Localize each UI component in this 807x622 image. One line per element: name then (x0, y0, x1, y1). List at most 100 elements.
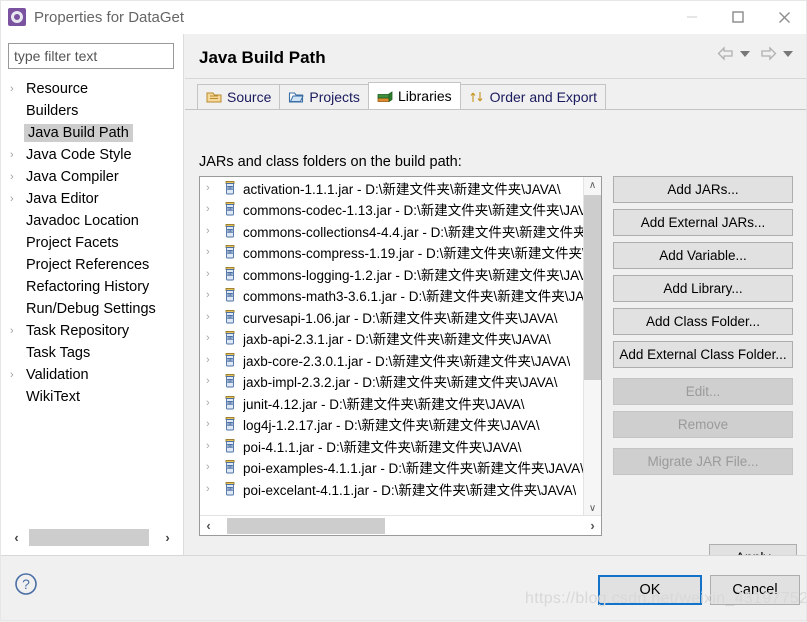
svg-text:010: 010 (227, 358, 233, 362)
minimize-button[interactable] (669, 0, 715, 34)
hscroll-track[interactable] (217, 517, 584, 535)
chevron-right-icon[interactable]: › (206, 440, 222, 452)
jar-list-item[interactable]: › 010 commons-collections4-4.4.jar - D:\新建… (200, 220, 585, 242)
vertical-scroll-thumb[interactable] (584, 195, 601, 380)
sidebar-item-builders[interactable]: Builders (0, 100, 183, 122)
list-vertical-scrollbar[interactable]: ∧ ∨ (583, 177, 601, 517)
settings-tree[interactable]: › Resource Builders Java Build Path › Java Co… (0, 78, 183, 523)
scroll-right-button[interactable]: › (159, 528, 176, 547)
dialog-body: ›ResourceBuildersJava Build Path›Java Co… (0, 34, 807, 570)
scroll-track[interactable] (25, 529, 159, 546)
chevron-right-icon[interactable]: › (206, 311, 222, 323)
sidebar-item-label: Task Repository (26, 323, 130, 339)
scroll-left-button[interactable]: ‹ (8, 528, 25, 547)
chevron-right-icon[interactable]: › (10, 171, 26, 183)
build-path-list-items[interactable]: › 010 activation-1.1.1.jar - D:\新建文件夹\新建文件… (200, 177, 585, 517)
sidebar-item-resource[interactable]: › Resource (0, 78, 183, 100)
source-folder-icon (206, 92, 222, 103)
add-class-folder-button[interactable]: Add Class Folder... (613, 308, 793, 335)
close-button[interactable] (761, 0, 807, 34)
jar-list-item[interactable]: › 010 commons-math3-3.6.1.jar - D:\新建文件夹\新… (200, 285, 585, 307)
svg-text:010: 010 (227, 272, 233, 276)
jar-list-item[interactable]: › 010 log4j-1.2.17.jar - D:\新建文件夹\新建文件夹\JA… (200, 414, 585, 436)
sidebar-item-task-repository[interactable]: › Task Repository (0, 320, 183, 342)
sidebar-item-java-compiler[interactable]: › Java Compiler (0, 166, 183, 188)
chevron-right-icon[interactable]: › (206, 225, 222, 237)
chevron-right-icon[interactable]: › (10, 193, 26, 205)
tab-label: Libraries (397, 88, 452, 104)
chevron-right-icon[interactable]: › (10, 325, 26, 337)
chevron-right-icon[interactable]: › (10, 369, 26, 381)
chevron-right-icon[interactable]: › (206, 354, 222, 366)
tab-projects[interactable]: Projects (279, 84, 369, 109)
chevron-right-icon[interactable]: › (206, 246, 222, 258)
jar-list-item[interactable]: › 010 commons-codec-1.13.jar - D:\新建文件夹\新建… (200, 199, 585, 221)
jar-list-item[interactable]: › 010 commons-logging-1.2.jar - D:\新建文件夹\新… (200, 263, 585, 285)
chevron-right-icon[interactable]: › (206, 289, 222, 301)
maximize-button[interactable] (715, 0, 761, 34)
add-jars-button[interactable]: Add JARs... (613, 176, 793, 203)
sidebar-item-run-debug-settings[interactable]: Run/Debug Settings (0, 298, 183, 320)
sidebar-item-java-editor[interactable]: › Java Editor (0, 188, 183, 210)
button-label: Add JARs... (667, 182, 739, 197)
chevron-right-icon[interactable]: › (206, 203, 222, 215)
jar-list-item[interactable]: › 010 commons-compress-1.19.jar - D:\新建文件夹… (200, 242, 585, 264)
chevron-right-icon[interactable]: › (10, 149, 26, 161)
tab-order-and-export[interactable]: Order and Export (459, 84, 607, 109)
jar-list-item[interactable]: › 010 junit-4.12.jar - D:\新建文件夹\新建文件夹\JAVA… (200, 392, 585, 414)
forward-arrow-icon[interactable] (760, 46, 777, 61)
help-icon[interactable]: ? (14, 572, 38, 596)
jar-list-item[interactable]: › 010 jaxb-impl-2.3.2.jar - D:\新建文件夹\新建文件夹… (200, 371, 585, 393)
sidebar-item-refactoring-history[interactable]: Refactoring History (0, 276, 183, 298)
horizontal-scroll-thumb[interactable] (227, 517, 385, 534)
ok-button[interactable]: OK (598, 575, 702, 605)
tab-source[interactable]: Source (197, 84, 281, 109)
hscroll-left-button[interactable]: ‹ (200, 517, 217, 535)
jar-list-item[interactable]: › 010 poi-examples-4.1.1.jar - D:\新建文件夹\新建… (200, 457, 585, 479)
add-external-class-folder-button[interactable]: Add External Class Folder... (613, 341, 793, 368)
build-path-list[interactable]: › 010 activation-1.1.1.jar - D:\新建文件夹\新建文件… (199, 176, 602, 536)
sidebar-item-wikitext[interactable]: WikiText (0, 386, 183, 408)
chevron-right-icon[interactable]: › (206, 461, 222, 473)
sidebar-item-java-code-style[interactable]: › Java Code Style (0, 144, 183, 166)
jar-list-item[interactable]: › 010 curvesapi-1.06.jar - D:\新建文件夹\新建文件夹\… (200, 306, 585, 328)
sidebar-item-javadoc-location[interactable]: Javadoc Location (0, 210, 183, 232)
sidebar-item-java-build-path[interactable]: Java Build Path (0, 122, 183, 144)
sidebar-item-task-tags[interactable]: Task Tags (0, 342, 183, 364)
scroll-thumb[interactable] (29, 529, 149, 546)
back-dropdown-caret-icon[interactable] (740, 50, 750, 57)
add-variable-button[interactable]: Add Variable... (613, 242, 793, 269)
sidebar-horizontal-scrollbar[interactable]: ‹ › (8, 528, 176, 547)
jar-list-item[interactable]: › 010 poi-excelant-4.1.1.jar - D:\新建文件夹\新建… (200, 478, 585, 500)
chevron-right-icon[interactable]: › (206, 483, 222, 495)
chevron-right-icon[interactable]: › (206, 332, 222, 344)
chevron-right-icon[interactable]: › (206, 418, 222, 430)
library-action-buttons: Add JARs... Add External JARs... Add Varia… (613, 176, 793, 481)
chevron-right-icon[interactable]: › (206, 182, 222, 194)
forward-dropdown-caret-icon[interactable] (783, 50, 793, 57)
sidebar-item-label: Java Compiler (26, 169, 119, 185)
hscroll-right-button[interactable]: › (584, 517, 601, 535)
scroll-up-button[interactable]: ∧ (584, 177, 601, 194)
chevron-right-icon[interactable]: › (206, 397, 222, 409)
filter-input[interactable] (8, 43, 174, 69)
tab-bar[interactable]: Source Projects Libraries Order and Export (197, 82, 607, 109)
page-title: Java Build Path (199, 48, 326, 67)
tab-libraries[interactable]: Libraries (367, 82, 461, 109)
chevron-right-icon[interactable]: › (10, 83, 26, 95)
list-horizontal-scrollbar[interactable]: ‹ › (200, 515, 601, 535)
sidebar-item-validation[interactable]: › Validation (0, 364, 183, 386)
add-external-jars-button[interactable]: Add External JARs... (613, 209, 793, 236)
back-arrow-icon[interactable] (717, 46, 734, 61)
cancel-button[interactable]: Cancel (710, 575, 800, 605)
add-library-button[interactable]: Add Library... (613, 275, 793, 302)
jar-list-item[interactable]: › 010 jaxb-core-2.3.0.1.jar - D:\新建文件夹\新建文… (200, 349, 585, 371)
sidebar-item-project-facets[interactable]: Project Facets (0, 232, 183, 254)
jar-list-item[interactable]: › 010 poi-4.1.1.jar - D:\新建文件夹\新建文件夹\JAVA\ (200, 435, 585, 457)
jar-list-item[interactable]: › 010 jaxb-api-2.3.1.jar - D:\新建文件夹\新建文件夹\… (200, 328, 585, 350)
button-label: Add External JARs... (640, 215, 766, 230)
jar-list-item[interactable]: › 010 activation-1.1.1.jar - D:\新建文件夹\新建文件… (200, 177, 585, 199)
sidebar-item-project-references[interactable]: Project References (0, 254, 183, 276)
chevron-right-icon[interactable]: › (206, 375, 222, 387)
chevron-right-icon[interactable]: › (206, 268, 222, 280)
